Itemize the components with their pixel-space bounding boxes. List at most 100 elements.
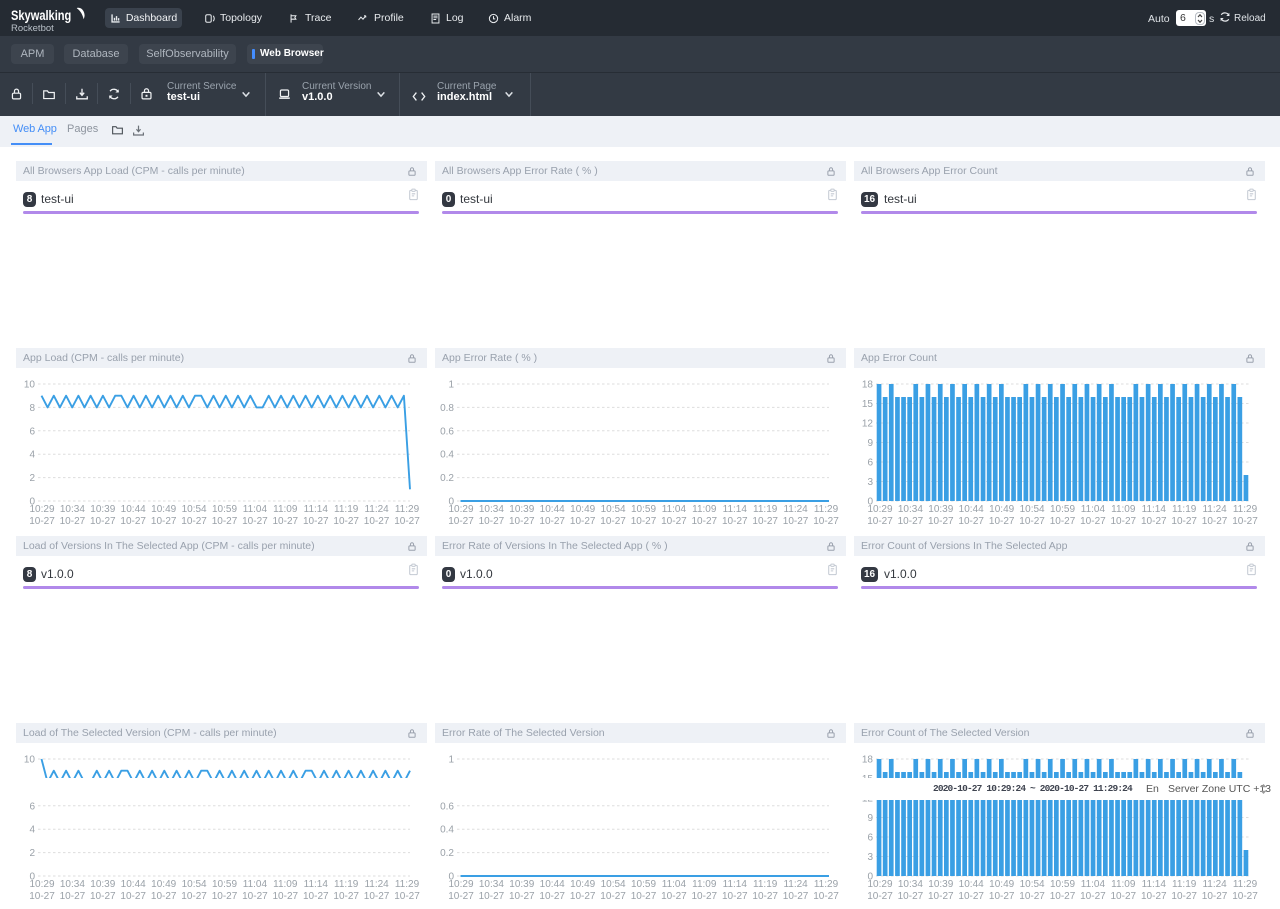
svg-text:10-27: 10-27 <box>1111 516 1137 527</box>
svg-text:10-27: 10-27 <box>120 516 146 527</box>
svg-text:10-27: 10-27 <box>928 891 954 902</box>
svg-text:1: 1 <box>448 380 454 391</box>
svg-text:10-27: 10-27 <box>722 516 748 527</box>
svg-text:10-27: 10-27 <box>394 891 420 902</box>
svg-text:11:29: 11:29 <box>395 504 420 515</box>
svg-text:10:54: 10:54 <box>601 504 626 515</box>
svg-text:2: 2 <box>29 848 35 859</box>
svg-text:10-27: 10-27 <box>813 516 839 527</box>
svg-text:10-27: 10-27 <box>90 516 116 527</box>
svg-text:8: 8 <box>29 403 35 414</box>
svg-text:10-27: 10-27 <box>1141 516 1167 527</box>
svg-text:10:54: 10:54 <box>1020 504 1045 515</box>
svg-text:10:29: 10:29 <box>448 879 473 890</box>
svg-text:9: 9 <box>867 813 873 824</box>
svg-text:10:44: 10:44 <box>121 879 146 890</box>
svg-text:6: 6 <box>29 426 35 437</box>
svg-text:10-27: 10-27 <box>364 516 390 527</box>
svg-text:10:54: 10:54 <box>182 504 207 515</box>
svg-text:11:04: 11:04 <box>243 504 268 515</box>
svg-text:11:29: 11:29 <box>1233 504 1258 515</box>
svg-text:10:59: 10:59 <box>631 879 656 890</box>
svg-text:10-27: 10-27 <box>1232 891 1258 902</box>
svg-text:11:04: 11:04 <box>1081 504 1106 515</box>
svg-text:11:29: 11:29 <box>395 879 420 890</box>
svg-text:10-27: 10-27 <box>692 891 718 902</box>
svg-text:10:59: 10:59 <box>631 504 656 515</box>
svg-text:0.2: 0.2 <box>440 848 454 859</box>
svg-text:10-27: 10-27 <box>1202 516 1228 527</box>
svg-text:10:49: 10:49 <box>151 879 176 890</box>
svg-text:10-27: 10-27 <box>631 516 657 527</box>
svg-text:11:19: 11:19 <box>1172 504 1197 515</box>
svg-text:10:49: 10:49 <box>570 879 595 890</box>
svg-text:10:49: 10:49 <box>151 504 176 515</box>
svg-text:11:14: 11:14 <box>304 879 329 890</box>
svg-text:10-27: 10-27 <box>394 516 420 527</box>
svg-text:10-27: 10-27 <box>1019 891 1045 902</box>
svg-text:10-27: 10-27 <box>212 516 238 527</box>
svg-text:10-27: 10-27 <box>661 516 687 527</box>
svg-text:10-27: 10-27 <box>752 516 778 527</box>
svg-text:10:44: 10:44 <box>540 879 565 890</box>
svg-text:10-27: 10-27 <box>692 516 718 527</box>
svg-text:10-27: 10-27 <box>120 891 146 902</box>
svg-text:10-27: 10-27 <box>1080 891 1106 902</box>
svg-text:10:29: 10:29 <box>867 504 892 515</box>
svg-text:10-27: 10-27 <box>898 516 924 527</box>
svg-text:11:14: 11:14 <box>1142 504 1167 515</box>
svg-text:11:24: 11:24 <box>783 504 808 515</box>
svg-text:10-27: 10-27 <box>303 891 329 902</box>
svg-text:10-27: 10-27 <box>1050 516 1076 527</box>
svg-text:11:14: 11:14 <box>723 879 748 890</box>
svg-text:10:59: 10:59 <box>1050 504 1075 515</box>
svg-text:11:09: 11:09 <box>273 879 298 890</box>
svg-text:6: 6 <box>867 458 873 469</box>
svg-text:10-27: 10-27 <box>242 891 268 902</box>
svg-text:10-27: 10-27 <box>90 891 116 902</box>
svg-text:10-27: 10-27 <box>867 891 893 902</box>
svg-text:3: 3 <box>867 852 873 863</box>
svg-text:10-27: 10-27 <box>1171 516 1197 527</box>
svg-text:10:34: 10:34 <box>479 504 504 515</box>
svg-text:10-27: 10-27 <box>1080 516 1106 527</box>
svg-text:10: 10 <box>24 755 36 766</box>
svg-text:10-27: 10-27 <box>722 891 748 902</box>
svg-text:10-27: 10-27 <box>783 891 809 902</box>
svg-text:10:44: 10:44 <box>959 879 984 890</box>
svg-text:11:29: 11:29 <box>1233 879 1258 890</box>
svg-text:10-27: 10-27 <box>60 516 86 527</box>
svg-text:11:04: 11:04 <box>662 504 687 515</box>
svg-text:10-27: 10-27 <box>333 891 359 902</box>
svg-text:10-27: 10-27 <box>539 516 565 527</box>
svg-text:10:49: 10:49 <box>989 879 1014 890</box>
svg-text:10:29: 10:29 <box>867 879 892 890</box>
svg-text:11:14: 11:14 <box>723 504 748 515</box>
svg-text:10-27: 10-27 <box>813 891 839 902</box>
svg-text:10: 10 <box>24 380 36 391</box>
svg-text:10-27: 10-27 <box>1111 891 1137 902</box>
svg-text:11:29: 11:29 <box>814 879 839 890</box>
svg-text:10:39: 10:39 <box>90 504 115 515</box>
svg-text:10-27: 10-27 <box>867 516 893 527</box>
svg-text:6: 6 <box>29 801 35 812</box>
svg-text:10:39: 10:39 <box>928 879 953 890</box>
svg-text:10-27: 10-27 <box>989 516 1015 527</box>
svg-text:10-27: 10-27 <box>958 891 984 902</box>
svg-text:0.4: 0.4 <box>440 450 454 461</box>
svg-text:10-27: 10-27 <box>181 891 207 902</box>
svg-text:11:19: 11:19 <box>753 879 778 890</box>
svg-text:10:54: 10:54 <box>182 879 207 890</box>
svg-text:10:34: 10:34 <box>60 879 85 890</box>
svg-text:11:19: 11:19 <box>1172 879 1197 890</box>
svg-text:10-27: 10-27 <box>600 516 626 527</box>
svg-text:1: 1 <box>448 755 454 766</box>
svg-text:11:04: 11:04 <box>662 879 687 890</box>
svg-text:11:19: 11:19 <box>334 879 359 890</box>
svg-text:10:59: 10:59 <box>1050 879 1075 890</box>
svg-text:10-27: 10-27 <box>479 891 505 902</box>
svg-text:10-27: 10-27 <box>661 891 687 902</box>
svg-text:10:44: 10:44 <box>959 504 984 515</box>
svg-text:18: 18 <box>862 380 874 391</box>
svg-text:10-27: 10-27 <box>958 516 984 527</box>
